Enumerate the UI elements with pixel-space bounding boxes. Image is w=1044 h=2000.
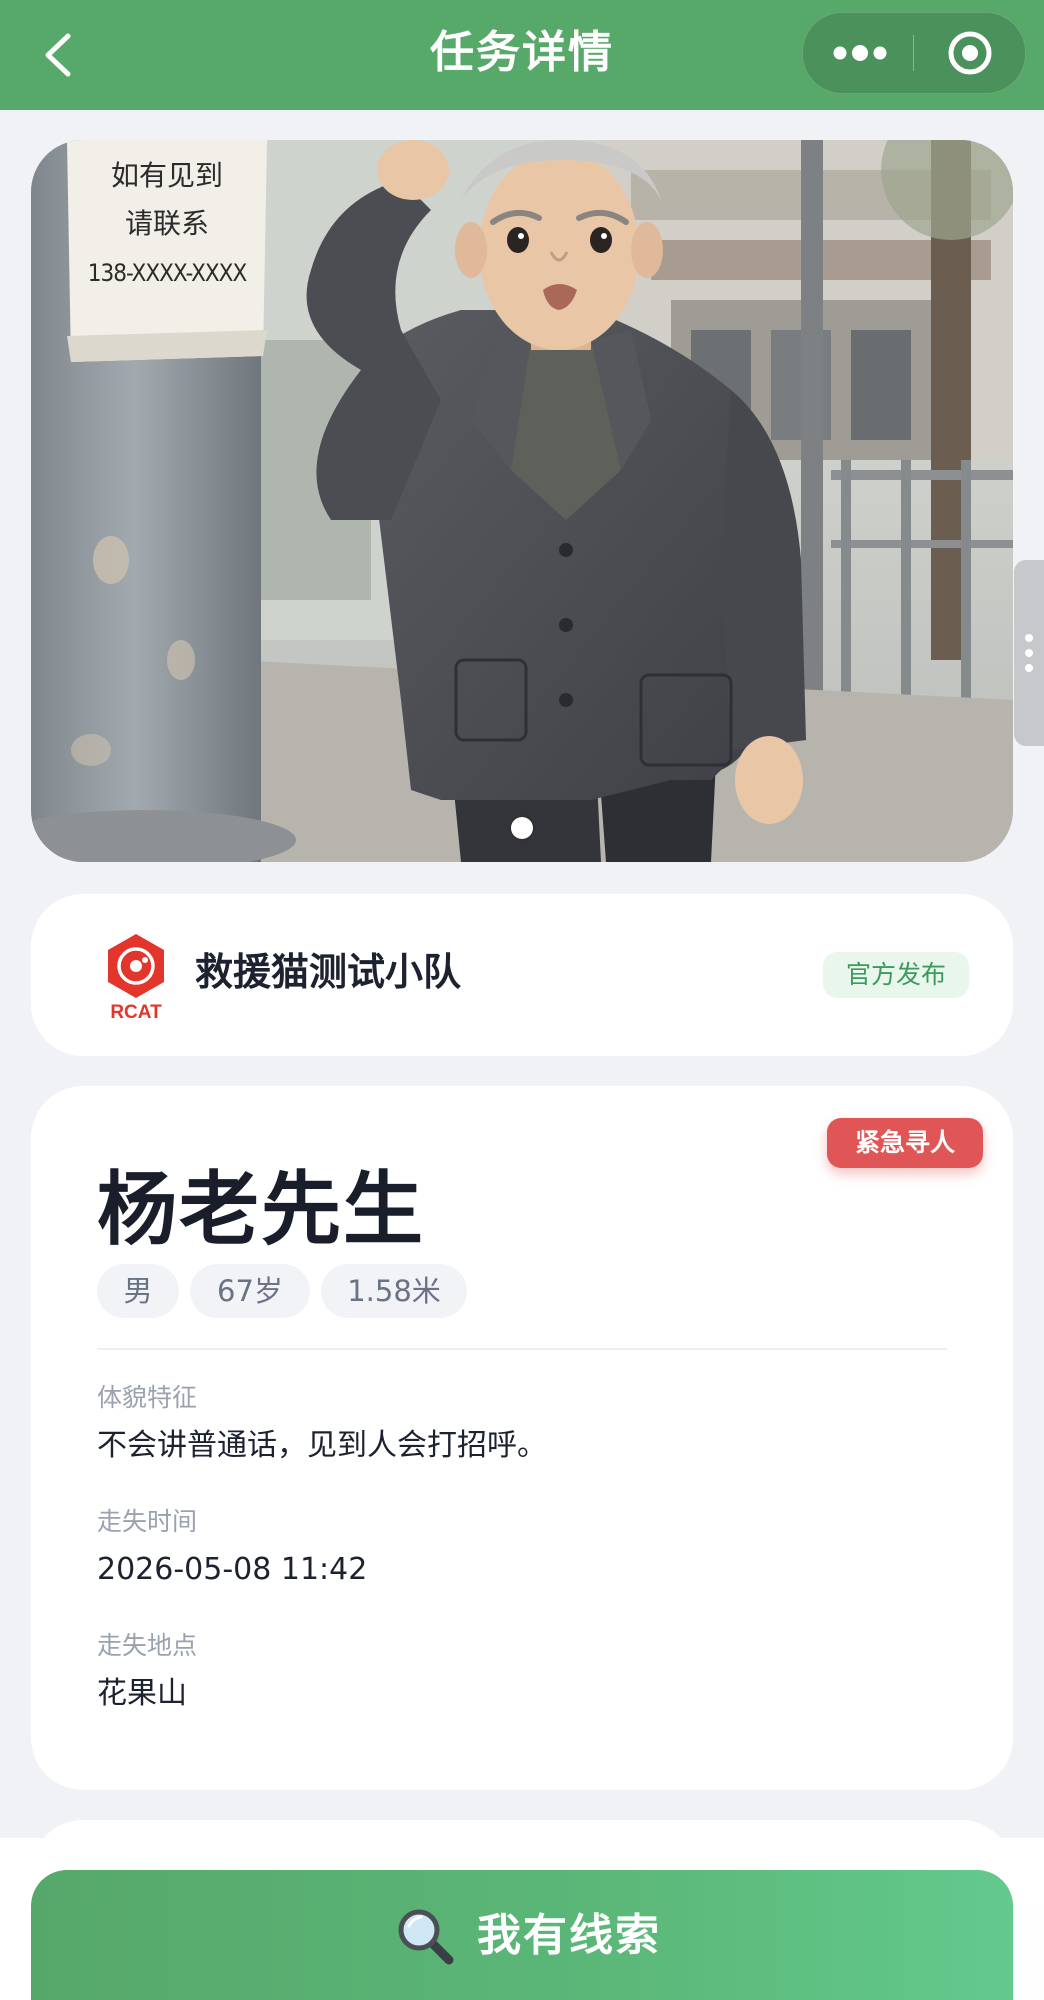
nav-bar: 任务详情	[0, 0, 1044, 110]
person-name: 杨老先生	[97, 1163, 425, 1256]
bottom-action-bar: 我有线索	[0, 1838, 1044, 2000]
poster-phone: 138-XXXX-XXXX	[87, 259, 248, 287]
missing-time-value: 2026-05-08 11:42	[97, 1552, 368, 1587]
height-tag: 1.58米	[321, 1264, 467, 1318]
more-dots-icon	[833, 45, 887, 61]
submit-clue-button[interactable]: 我有线索	[31, 1870, 1013, 2000]
submit-clue-label: 我有线索	[477, 1910, 661, 1961]
missing-location-value: 花果山	[97, 1676, 187, 1711]
official-badge: 官方发布	[823, 952, 969, 998]
mini-program-capsule	[802, 12, 1026, 94]
poster-notice: 如有见到 请联系 138-XXXX-XXXX	[67, 140, 267, 370]
magnifier-icon	[398, 1909, 454, 1965]
age-tag: 67岁	[190, 1264, 310, 1318]
target-circle-icon	[948, 31, 992, 75]
vertical-dots-icon	[1025, 634, 1033, 672]
side-drawer-handle[interactable]	[1014, 560, 1044, 746]
poster-line-1: 如有见到	[110, 159, 223, 192]
appearance-label: 体貌特征	[97, 1383, 198, 1412]
hero-image-carousel[interactable]: 如有见到 请联系 138-XXXX-XXXX	[31, 140, 1013, 862]
carousel-indicator-dot[interactable]	[511, 817, 533, 839]
rcat-logo-icon: RCAT	[108, 934, 164, 1022]
close-mini-program-button[interactable]	[914, 13, 1025, 93]
publisher-name: 救援猫测试小队	[195, 950, 462, 994]
person-detail-card: 紧急寻人 杨老先生 男 67岁 1.58米 体貌特征 不会讲普通话，见到人会打招…	[31, 1086, 1013, 1790]
missing-location-label: 走失地点	[97, 1631, 198, 1660]
publisher-card[interactable]: RCAT 救援猫测试小队 官方发布	[31, 894, 1013, 1056]
appearance-value: 不会讲普通话，见到人会打招呼。	[97, 1428, 547, 1463]
logo-text: RCAT	[110, 1002, 162, 1022]
more-button[interactable]	[803, 13, 913, 93]
gender-tag: 男	[97, 1264, 179, 1318]
urgent-badge: 紧急寻人	[827, 1118, 983, 1168]
missing-time-label: 走失时间	[97, 1507, 198, 1536]
poster-line-2: 请联系	[124, 207, 209, 240]
divider	[97, 1348, 947, 1350]
